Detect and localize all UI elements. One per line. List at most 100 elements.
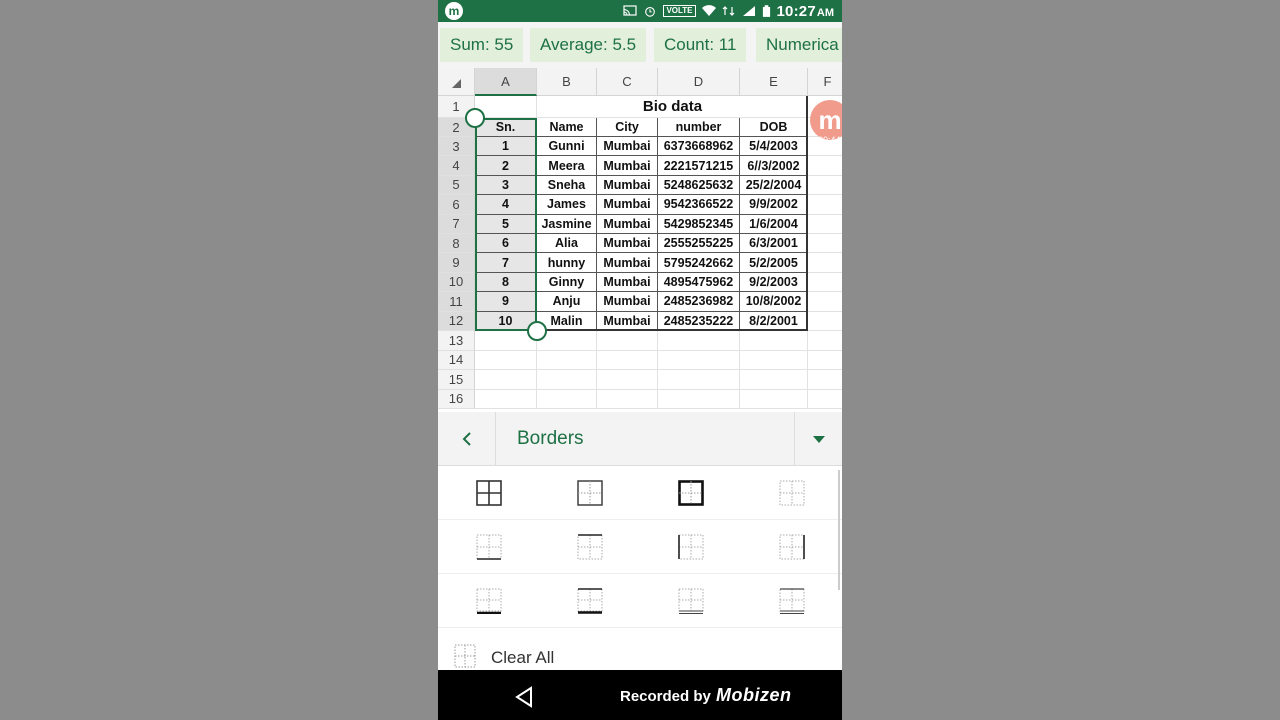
table-cell[interactable]: 7 bbox=[475, 253, 537, 273]
stat-sum[interactable]: Sum: 55 bbox=[440, 28, 524, 62]
row-header-12[interactable]: 12 bbox=[438, 311, 475, 331]
empty-cell[interactable] bbox=[597, 350, 658, 370]
table-cell[interactable]: Mumbai bbox=[597, 195, 658, 215]
table-cell[interactable]: 2555255225 bbox=[658, 234, 740, 254]
row-header-3[interactable]: 3 bbox=[438, 137, 475, 157]
table-cell[interactable]: 9542366522 bbox=[658, 195, 740, 215]
table-cell[interactable]: Mumbai bbox=[597, 253, 658, 273]
empty-cell[interactable] bbox=[597, 331, 658, 351]
table-cell[interactable]: Sneha bbox=[537, 175, 597, 196]
row-header-9[interactable]: 9 bbox=[438, 253, 475, 273]
empty-cell[interactable] bbox=[597, 389, 658, 409]
stat-count[interactable]: Count: 11 bbox=[654, 28, 747, 62]
all-borders-option[interactable] bbox=[438, 466, 539, 520]
empty-cell[interactable] bbox=[658, 331, 740, 351]
empty-cell[interactable] bbox=[808, 292, 842, 312]
empty-cell[interactable] bbox=[808, 331, 842, 351]
bottom-double-border-option[interactable] bbox=[438, 574, 539, 628]
empty-cell[interactable] bbox=[808, 156, 842, 176]
header-cell-number[interactable]: number bbox=[658, 118, 740, 137]
empty-cell[interactable] bbox=[808, 195, 842, 215]
empty-cell[interactable] bbox=[740, 350, 808, 370]
outside-borders-option[interactable] bbox=[539, 466, 640, 520]
row-header-6[interactable]: 6 bbox=[438, 195, 475, 215]
empty-cell[interactable] bbox=[808, 176, 842, 196]
table-cell[interactable]: 4 bbox=[475, 195, 537, 215]
recorder-bubble[interactable]: m bbox=[810, 100, 842, 140]
header-cell-city[interactable]: City bbox=[597, 118, 658, 137]
table-cell[interactable]: Jasmine bbox=[537, 214, 597, 234]
panel-dropdown-button[interactable] bbox=[794, 412, 842, 466]
empty-cell[interactable] bbox=[537, 350, 597, 370]
table-cell[interactable]: 9 bbox=[475, 292, 537, 312]
table-cell[interactable]: Mumbai bbox=[597, 156, 658, 176]
empty-cell[interactable] bbox=[808, 312, 842, 331]
empty-cell[interactable] bbox=[808, 215, 842, 234]
table-cell[interactable]: 8 bbox=[475, 272, 537, 293]
table-cell[interactable]: Anju bbox=[537, 292, 597, 312]
table-cell[interactable]: 9/2/2003 bbox=[740, 272, 808, 293]
table-cell[interactable]: 3 bbox=[475, 175, 537, 196]
column-header-c[interactable]: C bbox=[597, 68, 658, 96]
stat-numerical[interactable]: Numerica bbox=[756, 28, 842, 62]
row-header-13[interactable]: 13 bbox=[438, 331, 475, 351]
table-cell[interactable]: Gunni bbox=[537, 137, 597, 157]
table-cell[interactable]: Mumbai bbox=[597, 137, 658, 157]
row-header-8[interactable]: 8 bbox=[438, 234, 475, 254]
header-cell-dob[interactable]: DOB bbox=[740, 118, 808, 137]
column-header-f[interactable]: F bbox=[808, 68, 842, 96]
column-header-b[interactable]: B bbox=[537, 68, 597, 96]
empty-cell[interactable] bbox=[740, 370, 808, 390]
empty-cell[interactable] bbox=[808, 273, 842, 293]
left-border-option[interactable] bbox=[640, 520, 741, 574]
table-cell[interactable]: Ginny bbox=[537, 272, 597, 293]
table-cell[interactable]: James bbox=[537, 195, 597, 215]
thick-box-border-option[interactable] bbox=[640, 466, 741, 520]
row-header-16[interactable]: 16 bbox=[438, 389, 475, 409]
nav-back-icon[interactable] bbox=[514, 686, 534, 708]
table-cell[interactable]: 6 bbox=[475, 234, 537, 254]
empty-cell[interactable] bbox=[475, 370, 537, 390]
row-header-11[interactable]: 11 bbox=[438, 292, 475, 312]
table-cell[interactable]: hunny bbox=[537, 253, 597, 273]
table-cell[interactable]: Meera bbox=[537, 156, 597, 176]
table-cell[interactable]: Mumbai bbox=[597, 272, 658, 293]
empty-cell[interactable] bbox=[740, 389, 808, 409]
select-all-corner[interactable] bbox=[438, 68, 475, 96]
table-cell[interactable]: Mumbai bbox=[597, 234, 658, 254]
table-cell[interactable]: 5248625632 bbox=[658, 175, 740, 196]
empty-cell[interactable] bbox=[597, 370, 658, 390]
column-header-d[interactable]: D bbox=[658, 68, 740, 96]
table-cell[interactable]: Mumbai bbox=[597, 175, 658, 196]
table-cell[interactable]: 1 bbox=[475, 137, 537, 157]
row-header-4[interactable]: 4 bbox=[438, 156, 475, 176]
column-header-a[interactable]: A bbox=[475, 68, 537, 96]
empty-cell[interactable] bbox=[808, 370, 842, 390]
table-cell[interactable]: 25/2/2004 bbox=[740, 175, 808, 196]
empty-cell[interactable] bbox=[475, 350, 537, 370]
empty-cell[interactable] bbox=[808, 390, 842, 409]
empty-cell[interactable] bbox=[658, 370, 740, 390]
top-border-option[interactable] bbox=[539, 520, 640, 574]
row-header-5[interactable]: 5 bbox=[438, 175, 475, 196]
row-header-7[interactable]: 7 bbox=[438, 214, 475, 234]
row-header-15[interactable]: 15 bbox=[438, 370, 475, 390]
empty-cell[interactable] bbox=[537, 370, 597, 390]
table-cell[interactable]: 6/3/2001 bbox=[740, 234, 808, 254]
column-header-e[interactable]: E bbox=[740, 68, 808, 96]
table-cell[interactable]: 2221571215 bbox=[658, 156, 740, 176]
header-cell-name[interactable]: Name bbox=[537, 118, 597, 137]
right-border-option[interactable] bbox=[741, 520, 842, 574]
spreadsheet-grid[interactable]: A B C D E F 1 2 3 4 5 6 7 8 9 10 11 12 13 14 15 16 Bio data Sn.… bbox=[438, 68, 842, 412]
top-bottom-border-option[interactable] bbox=[640, 574, 741, 628]
panel-scrollbar[interactable] bbox=[838, 470, 840, 590]
empty-cell[interactable] bbox=[537, 389, 597, 409]
table-cell[interactable]: 1/6/2004 bbox=[740, 214, 808, 234]
empty-cell[interactable] bbox=[808, 351, 842, 370]
top-double-bottom-border-option[interactable] bbox=[741, 574, 842, 628]
no-border-option[interactable] bbox=[741, 466, 842, 520]
table-cell[interactable]: 6//3/2002 bbox=[740, 156, 808, 176]
stat-average[interactable]: Average: 5.5 bbox=[530, 28, 647, 62]
table-cell[interactable]: 5/4/2003 bbox=[740, 137, 808, 157]
table-cell[interactable]: 2485236982 bbox=[658, 292, 740, 312]
